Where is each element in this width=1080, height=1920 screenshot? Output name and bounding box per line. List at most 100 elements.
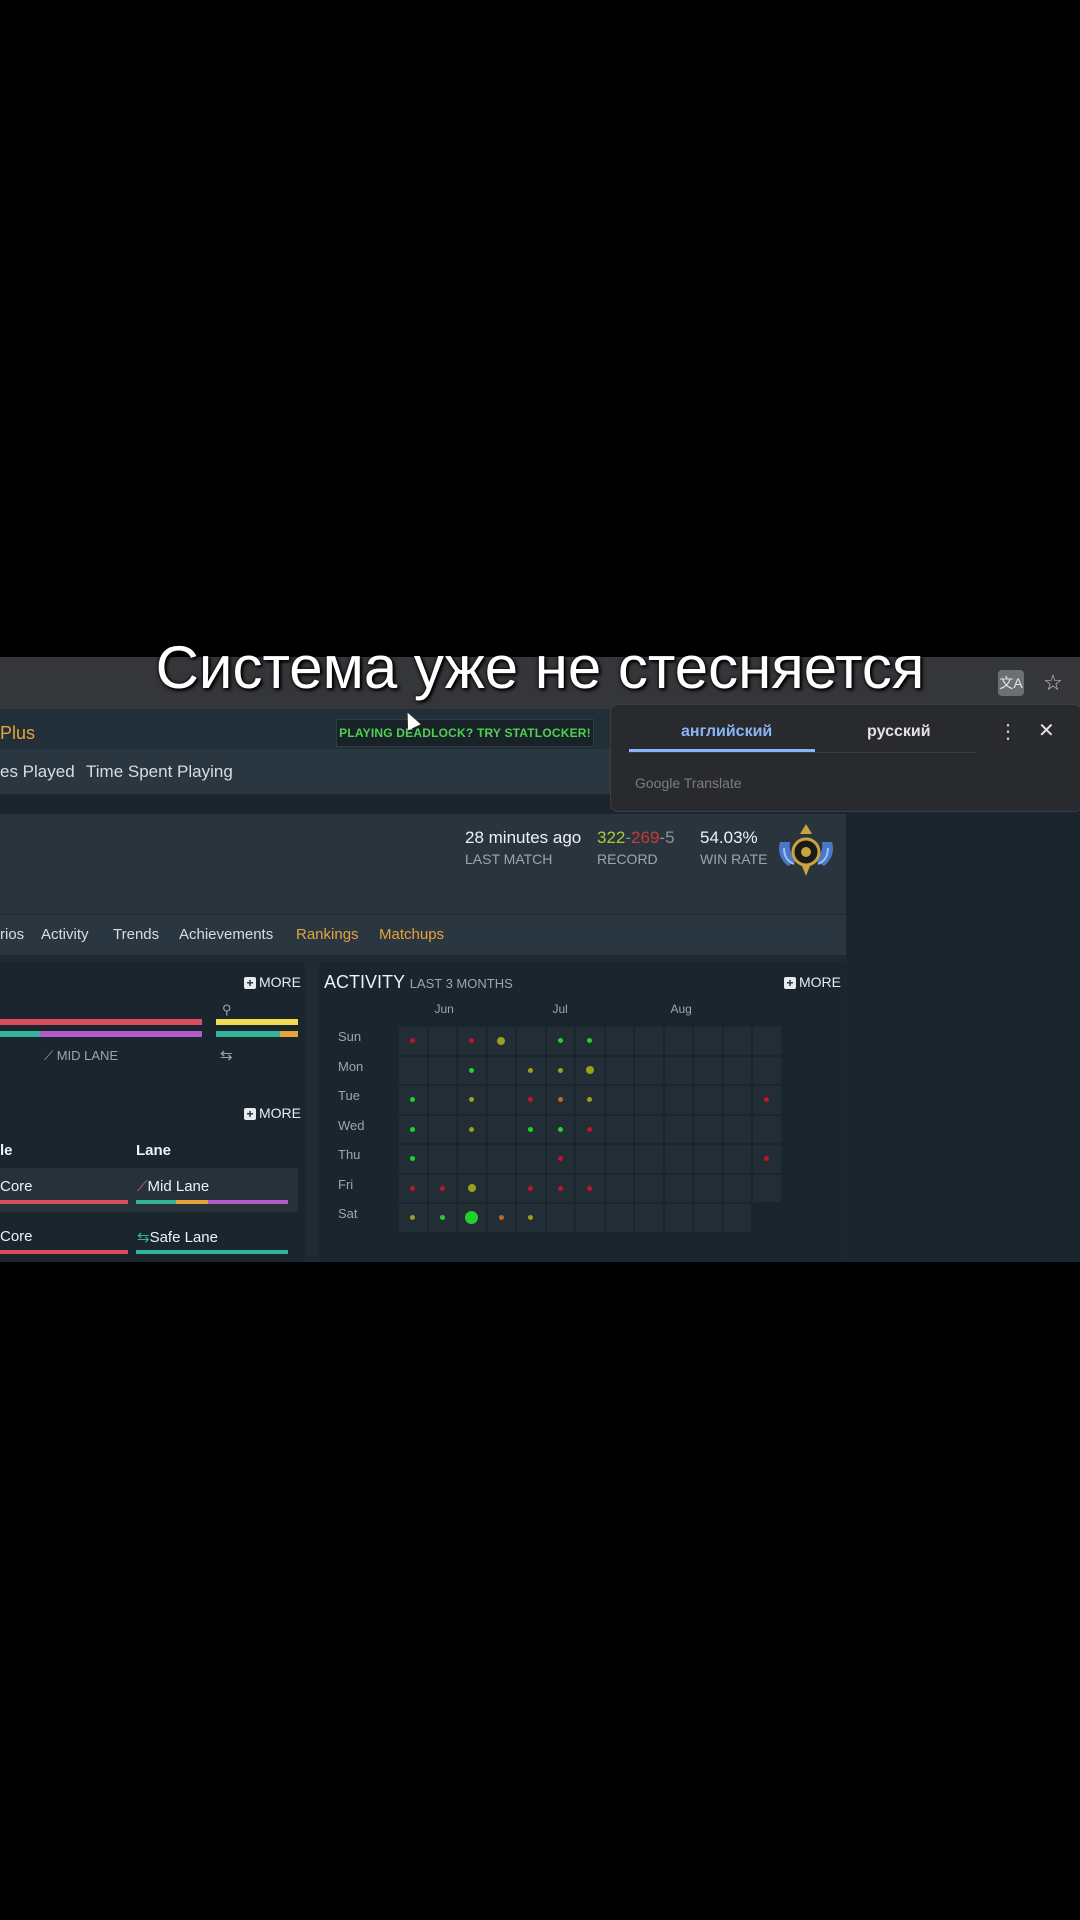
powered-by: Google Translate (635, 775, 742, 791)
roles-panel: + MORE ⚲ ⟋ MID LANE ⇆ + MORE le Lane Core … (0, 962, 305, 1262)
month-label: Aug (670, 1002, 692, 1016)
lang-from-tab[interactable]: английский (681, 723, 772, 741)
tab-matchups[interactable]: Matchups (379, 926, 444, 943)
activity-dot[interactable] (587, 1185, 593, 1191)
activity-cell (428, 1086, 456, 1114)
activity-cell (694, 1145, 722, 1173)
activity-dot[interactable] (528, 1067, 534, 1073)
activity-dot[interactable] (557, 1038, 563, 1044)
role-icon: ⚲ (222, 1002, 232, 1017)
lane-name: Mid Lane (147, 1178, 210, 1195)
activity-title: ACTIVITY LAST 3 MONTHS (324, 972, 513, 993)
lane-bar-mid (40, 1031, 202, 1037)
activity-dot[interactable] (585, 1066, 594, 1075)
activity-cell (723, 1086, 751, 1114)
activity-cell (487, 1115, 515, 1143)
tab-rankings[interactable]: Rankings (296, 926, 359, 943)
row-bar (208, 1200, 288, 1204)
activity-cell (399, 1056, 427, 1084)
day-label: Mon (338, 1058, 364, 1074)
promo-banner[interactable]: PLAYING DEADLOCK? TRY STATLOCKER! (336, 719, 594, 747)
subnav-time-spent[interactable]: Time Spent Playing (86, 762, 233, 782)
activity-dot[interactable] (467, 1184, 476, 1193)
activity-dot[interactable] (587, 1126, 593, 1132)
activity-cell (428, 1056, 456, 1084)
win-rate-value: 54.03% (700, 828, 758, 847)
activity-dot[interactable] (498, 1215, 504, 1221)
row-bar (176, 1200, 208, 1204)
activity-dot[interactable] (557, 1185, 563, 1191)
subnav-games-played[interactable]: es Played (0, 762, 75, 782)
activity-dot[interactable] (410, 1185, 416, 1191)
activity-dot[interactable] (557, 1097, 563, 1103)
activity-dot[interactable] (557, 1126, 563, 1132)
activity-dot[interactable] (439, 1215, 445, 1221)
col-role-header: le (0, 1142, 13, 1159)
activity-dot[interactable] (528, 1126, 534, 1132)
activity-more-button[interactable]: + MORE (784, 974, 841, 990)
activity-cell (605, 1174, 633, 1202)
table-row[interactable]: Core ⇆Safe Lane (0, 1218, 298, 1262)
activity-dot[interactable] (557, 1156, 563, 1162)
win-bar (0, 1019, 202, 1025)
activity-cell (487, 1056, 515, 1084)
mid-lane-summary: ⟋ MID LANE (44, 1048, 118, 1064)
activity-dot[interactable] (528, 1185, 534, 1191)
activity-cell (723, 1145, 751, 1173)
activity-dot[interactable] (439, 1185, 445, 1191)
activity-dot[interactable] (469, 1067, 475, 1073)
month-label: Jun (434, 1002, 454, 1016)
role-bar-2 (216, 1031, 280, 1037)
rank-medal-icon (779, 824, 833, 876)
mid-lane-label: MID LANE (56, 1048, 119, 1063)
last-match-label: LAST MATCH (465, 851, 553, 867)
safe-lane-icon: ⇆ (137, 1229, 150, 1246)
record-losses: 269 (631, 828, 660, 847)
activity-cell (635, 1145, 663, 1173)
tab-activity[interactable]: Activity (41, 926, 89, 943)
activity-cell (428, 1115, 456, 1143)
lane-bar-safe (0, 1031, 40, 1037)
activity-cell (635, 1086, 663, 1114)
role-bar-3 (280, 1031, 298, 1037)
activity-cell (546, 1204, 574, 1232)
activity-cell (635, 1115, 663, 1143)
activity-cell (694, 1027, 722, 1055)
mid-lane-icon: ⟋ (44, 1048, 57, 1063)
activity-cell (694, 1086, 722, 1114)
close-icon[interactable]: ✕ (1038, 718, 1055, 743)
activity-cell (723, 1174, 751, 1202)
activity-dot[interactable] (410, 1126, 416, 1132)
activity-cell (753, 1174, 781, 1202)
activity-cell (723, 1056, 751, 1084)
more-options-icon[interactable]: ⋮ (998, 719, 1018, 744)
divider (629, 752, 977, 753)
video-caption: Система уже не стесняется (155, 634, 925, 701)
activity-cell (664, 1174, 692, 1202)
activity-cell (664, 1027, 692, 1055)
record-wins: 322 (597, 828, 626, 847)
activity-cell (635, 1204, 663, 1232)
activity-subtitle: LAST 3 MONTHS (409, 976, 513, 991)
activity-cell (664, 1056, 692, 1084)
activity-cell (664, 1086, 692, 1114)
activity-cell (664, 1204, 692, 1232)
activity-dot[interactable] (497, 1036, 506, 1045)
site-brand[interactable]: Plus (0, 723, 35, 744)
tab-scenarios[interactable]: rios (0, 926, 24, 943)
activity-dot[interactable] (557, 1067, 563, 1073)
translate-popup: английский русский ⋮ ✕ Google Translate (610, 704, 1080, 812)
activity-cell (664, 1145, 692, 1173)
tab-achievements[interactable]: Achievements (179, 926, 273, 943)
tab-trends[interactable]: Trends (113, 926, 159, 943)
activity-dot[interactable] (469, 1126, 475, 1132)
role-cell: Core (0, 1228, 33, 1245)
lang-to-tab[interactable]: русский (867, 723, 931, 741)
roles-more-button[interactable]: + MORE (244, 974, 301, 990)
table-row[interactable]: Core ⟋Mid Lane (0, 1168, 298, 1212)
activity-cell (458, 1145, 486, 1173)
last-match-value: 28 minutes ago (465, 828, 582, 847)
col-lane-header: Lane (136, 1142, 172, 1159)
day-label: Fri (338, 1176, 354, 1192)
roles-more-button-2[interactable]: + MORE (244, 1105, 301, 1121)
